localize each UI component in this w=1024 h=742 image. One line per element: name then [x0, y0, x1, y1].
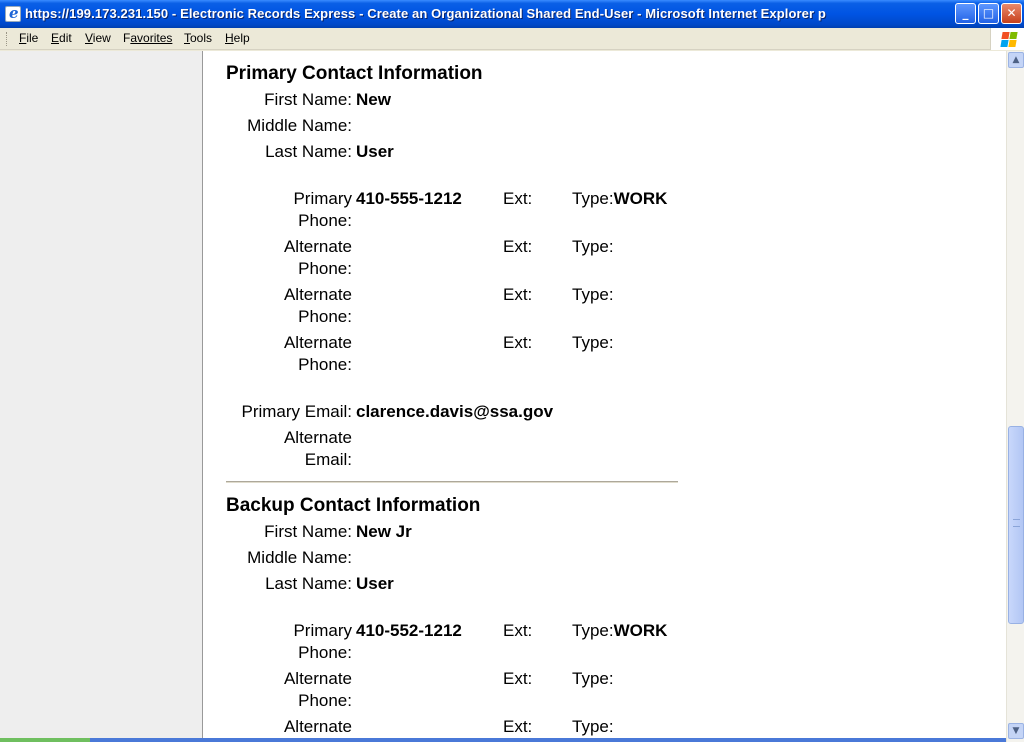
primary-last-name-value: User: [356, 142, 394, 161]
maximize-button[interactable]: □: [978, 3, 999, 24]
primary-email-label: Primary Email:: [241, 402, 352, 421]
menu-help[interactable]: Help: [225, 31, 250, 45]
backup-first-name-label: First Name:: [264, 522, 352, 541]
backup-primary-phone-label: Primary Phone:: [293, 621, 352, 662]
window-title: https://199.173.231.150 - Electronic Rec…: [25, 6, 826, 21]
alternate-phone-1-type: Type:: [572, 237, 614, 256]
backup-last-name-label: Last Name:: [265, 574, 352, 593]
backup-primary-phone-type: Type:WORK: [572, 621, 668, 640]
primary-email-value: clarence.davis@ssa.gov: [356, 402, 554, 421]
close-button[interactable]: ✕: [1001, 3, 1022, 24]
menu-file[interactable]: File: [19, 31, 38, 45]
primary-contact-heading: Primary Contact Information: [226, 63, 483, 84]
primary-last-name-label: Last Name:: [265, 142, 352, 161]
title-bar: https://199.173.231.150 - Electronic Rec…: [0, 0, 1024, 28]
alternate-phone-2-type: Type:: [572, 285, 614, 304]
alternate-phone-1-label: Alternate Phone:: [283, 237, 352, 278]
alternate-email-label: Alternate Email:: [283, 428, 352, 469]
alternate-phone-3-type: Type:: [572, 333, 614, 352]
backup-contact-heading: Backup Contact Information: [226, 495, 481, 516]
backup-primary-phone-ext-label: Ext:: [503, 621, 533, 640]
primary-middle-name-label: Middle Name:: [247, 116, 352, 135]
page-content: Primary Contact Information First Name: …: [0, 51, 1006, 742]
primary-phone-value: 410-555-1212: [356, 189, 462, 208]
primary-first-name-value: New: [356, 90, 391, 109]
browser-window: https://199.173.231.150 - Electronic Rec…: [0, 0, 1024, 742]
vertical-scrollbar[interactable]: ▲ ▼: [1006, 51, 1024, 742]
scroll-grip-icon: [1013, 519, 1020, 527]
backup-primary-phone-value: 410-552-1212: [356, 621, 462, 640]
backup-last-name-value: User: [356, 574, 394, 593]
backup-alternate-phone-1-type: Type:: [572, 669, 614, 688]
internet-explorer-icon: [5, 4, 21, 22]
backup-first-name-value: New Jr: [356, 522, 412, 541]
backup-alternate-phone-1-ext-label: Ext:: [503, 669, 533, 688]
windows-logo-icon: [990, 28, 1024, 50]
backup-alternate-phone-2-type: Type:: [572, 717, 614, 736]
primary-phone-ext-label: Ext:: [503, 189, 533, 208]
backup-alternate-phone-2-label: Alternate: [283, 717, 352, 736]
alternate-phone-2-ext-label: Ext:: [503, 285, 533, 304]
backup-alternate-phone-2-ext-label: Ext:: [503, 717, 533, 736]
menu-favorites[interactable]: Favorites: [123, 31, 172, 45]
primary-phone-type: Type:WORK: [572, 189, 668, 208]
menu-edit[interactable]: Edit: [51, 31, 72, 45]
menu-tools[interactable]: Tools: [184, 31, 212, 45]
scroll-down-button[interactable]: ▼: [1008, 723, 1024, 739]
toolbar-grip[interactable]: [6, 32, 9, 46]
menu-view[interactable]: View: [85, 31, 111, 45]
menu-bar: File Edit View Favorites Tools Help: [0, 28, 1024, 50]
alternate-phone-2-label: Alternate Phone:: [283, 285, 352, 326]
primary-phone-label: Primary Phone:: [293, 189, 352, 230]
left-navigation-pane: [0, 51, 203, 742]
minimize-button[interactable]: _: [955, 3, 976, 24]
alternate-phone-3-label: Alternate Phone:: [283, 333, 352, 374]
section-divider: [226, 481, 678, 483]
status-strip: [0, 738, 1006, 742]
primary-first-name-label: First Name:: [264, 90, 352, 109]
backup-middle-name-label: Middle Name:: [247, 548, 352, 567]
scroll-thumb[interactable]: [1008, 426, 1024, 624]
alternate-phone-3-ext-label: Ext:: [503, 333, 533, 352]
alternate-phone-1-ext-label: Ext:: [503, 237, 533, 256]
scroll-up-button[interactable]: ▲: [1008, 52, 1024, 68]
backup-alternate-phone-1-label: Alternate Phone:: [283, 669, 352, 710]
